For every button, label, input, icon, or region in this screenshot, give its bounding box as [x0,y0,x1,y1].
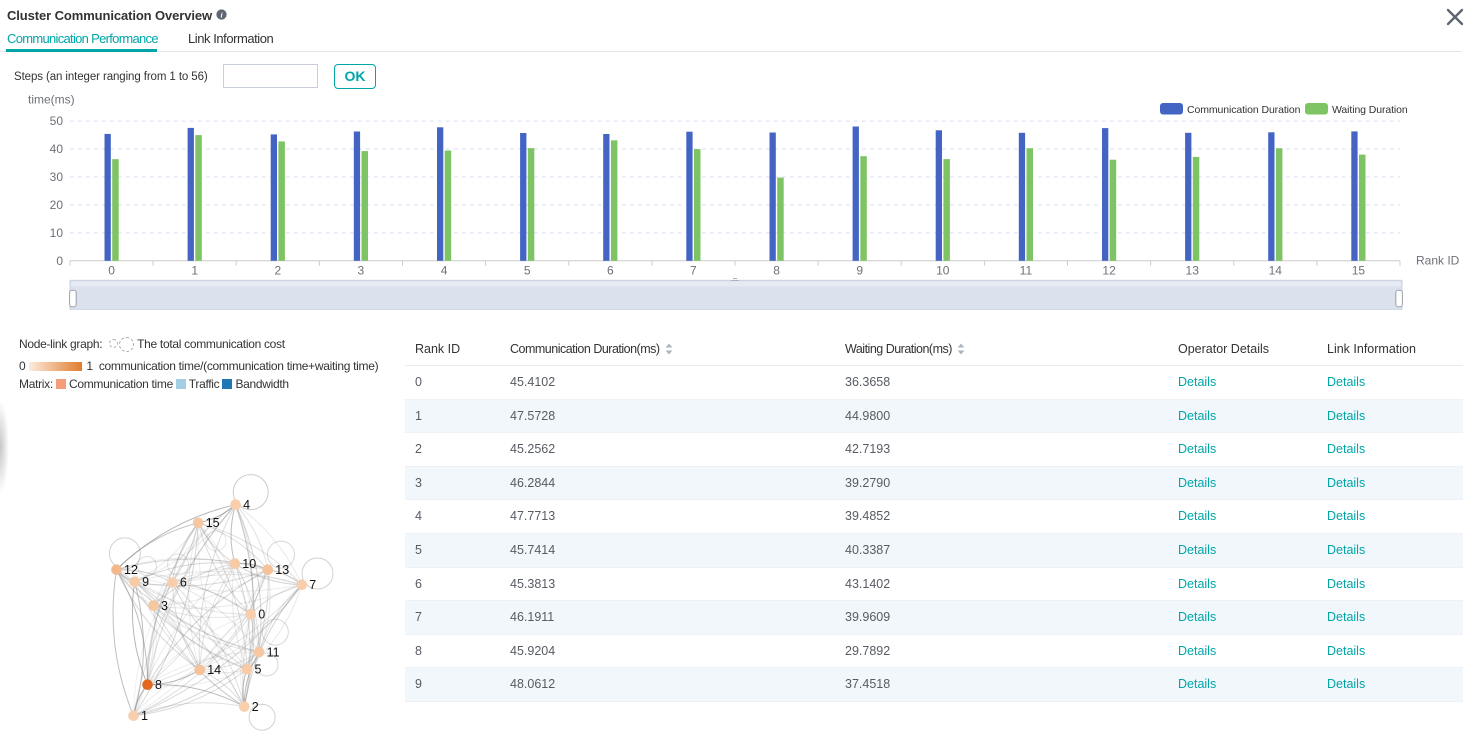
svg-text:2: 2 [252,700,259,714]
svg-text:12: 12 [1102,264,1116,278]
svg-text:9: 9 [142,575,149,589]
svg-text:7: 7 [309,578,316,592]
svg-text:50: 50 [50,114,64,128]
svg-text:10: 10 [50,226,64,240]
svg-text:0: 0 [258,608,265,622]
svg-text:11: 11 [1020,264,1033,278]
svg-text:6: 6 [180,576,187,590]
svg-text:13: 13 [1186,264,1200,278]
svg-text:8: 8 [773,264,780,278]
svg-text:40: 40 [50,142,64,156]
svg-text:14: 14 [1269,264,1283,278]
svg-text:4: 4 [243,498,250,512]
svg-text:11: 11 [267,645,280,659]
svg-text:20: 20 [50,198,64,212]
svg-text:1: 1 [141,709,148,723]
svg-text:4: 4 [441,264,448,278]
svg-text:3: 3 [358,264,365,278]
svg-text:12: 12 [124,563,138,577]
svg-text:3: 3 [161,599,168,613]
svg-text:9: 9 [856,264,863,278]
svg-text:1: 1 [191,264,198,278]
svg-text:15: 15 [206,516,220,530]
svg-text:6: 6 [607,264,614,278]
svg-text:10: 10 [936,264,950,278]
svg-text:2: 2 [274,264,281,278]
svg-text:5: 5 [255,662,262,676]
svg-text:10: 10 [242,557,256,571]
svg-text:13: 13 [275,563,289,577]
svg-text:Communication Duration: Communication Duration [1187,104,1301,116]
svg-text:0: 0 [108,264,115,278]
svg-text:8: 8 [155,678,162,692]
svg-text:time(ms): time(ms) [28,93,75,107]
svg-text:Waiting Duration: Waiting Duration [1332,104,1408,116]
svg-text:14: 14 [207,663,221,677]
svg-text:0: 0 [56,254,63,268]
svg-text:Rank ID: Rank ID [1416,254,1460,268]
svg-text:7: 7 [690,264,697,278]
svg-text:15: 15 [1352,264,1366,278]
svg-text:30: 30 [50,170,64,184]
svg-text:5: 5 [524,264,531,278]
